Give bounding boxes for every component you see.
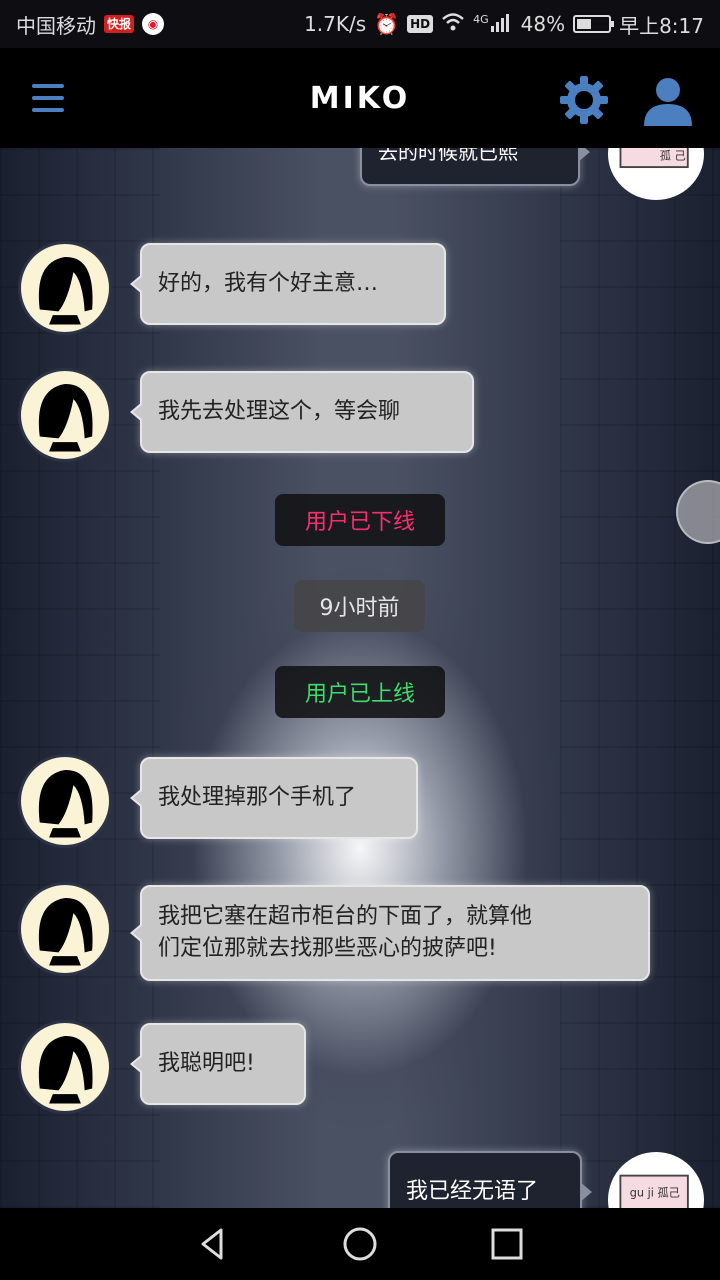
network-type: 4G [473, 12, 489, 26]
message-text: 好的，我有个好主意… [158, 271, 379, 296]
message-bubble-incoming[interactable]: 我先去处理这个，等会聊 [130, 371, 474, 453]
app-title: MIKO [309, 80, 411, 116]
message-text: 我聪明吧! [158, 1051, 255, 1076]
message-bubble-outgoing[interactable]: 去的时候就已熙 [360, 148, 590, 186]
wifi-icon [441, 12, 465, 37]
system-status-offline: 用户已下线 [275, 494, 445, 546]
contact-avatar[interactable] [18, 368, 112, 462]
message-text: 我处理掉那个手机了 [158, 785, 357, 810]
battery-percent: 48% [520, 12, 566, 36]
status-bar: 中国移动 快报 ◉ 1.7K/s ⏰ HD 4G 48% 早上8:17 [0, 0, 720, 48]
contact-avatar[interactable] [18, 882, 112, 976]
message-bubble-incoming[interactable]: 好的，我有个好主意… [130, 243, 446, 325]
time-ago-label: 9小时前 [319, 596, 400, 621]
message-bubble-incoming[interactable]: 我处理掉那个手机了 [130, 757, 418, 839]
signal-icon [490, 12, 513, 37]
message-text: 我已经无语了 [406, 1179, 539, 1204]
news-badge-icon: 快报 [104, 15, 135, 33]
weibo-icon: ◉ [142, 13, 165, 35]
message-text-line: 们定位那就去找那些恶心的披萨吧! [158, 936, 497, 961]
message-bubble-incoming[interactable]: 我把它塞在超市柜台的下面了，就算他 们定位那就去找那些恶心的披萨吧! [130, 885, 650, 981]
chat-area[interactable]: 去的时候就已熙 孤 己 好的，我有个好主意… 我先去处理这个，等会聊 用户已下线… [0, 148, 720, 1208]
message-bubble-incoming[interactable]: 我聪明吧! [130, 1023, 306, 1105]
menu-icon[interactable] [32, 84, 64, 112]
contact-avatar[interactable] [18, 1020, 112, 1114]
svg-text:孤 己: 孤 己 [660, 150, 686, 163]
offline-label: 用户已下线 [304, 510, 415, 535]
carrier-name: 中国移动 [16, 13, 96, 38]
contact-avatar[interactable] [18, 241, 112, 335]
contact-avatar[interactable] [18, 754, 112, 848]
user-avatar-text: gu ji 孤己 [630, 1186, 680, 1199]
system-status-online: 用户已上线 [275, 666, 445, 718]
home-icon[interactable] [338, 1222, 382, 1266]
back-icon[interactable] [191, 1222, 235, 1266]
alarm-icon: ⏰ [374, 12, 400, 36]
message-text-line: 我把它塞在超市柜台的下面了，就算他 [158, 904, 533, 929]
background-building [560, 148, 720, 1208]
online-label: 用户已上线 [304, 682, 415, 707]
message-text: 我先去处理这个，等会聊 [158, 399, 401, 424]
message-bubble-outgoing[interactable]: 我已经无语了 [388, 1151, 592, 1208]
hd-icon: HD [407, 15, 434, 33]
system-navigation-bar [0, 1208, 720, 1280]
clock: 早上8:17 [619, 13, 704, 38]
app-header: MIKO [0, 48, 720, 148]
network-speed: 1.7K/s [304, 12, 367, 36]
battery-icon [573, 15, 615, 33]
settings-gear-icon[interactable] [558, 74, 610, 126]
timestamp-divider: 9小时前 [294, 580, 425, 632]
user-profile-icon[interactable] [640, 76, 696, 128]
message-text: 去的时候就已熙 [378, 148, 518, 164]
recent-apps-icon[interactable] [485, 1222, 529, 1266]
